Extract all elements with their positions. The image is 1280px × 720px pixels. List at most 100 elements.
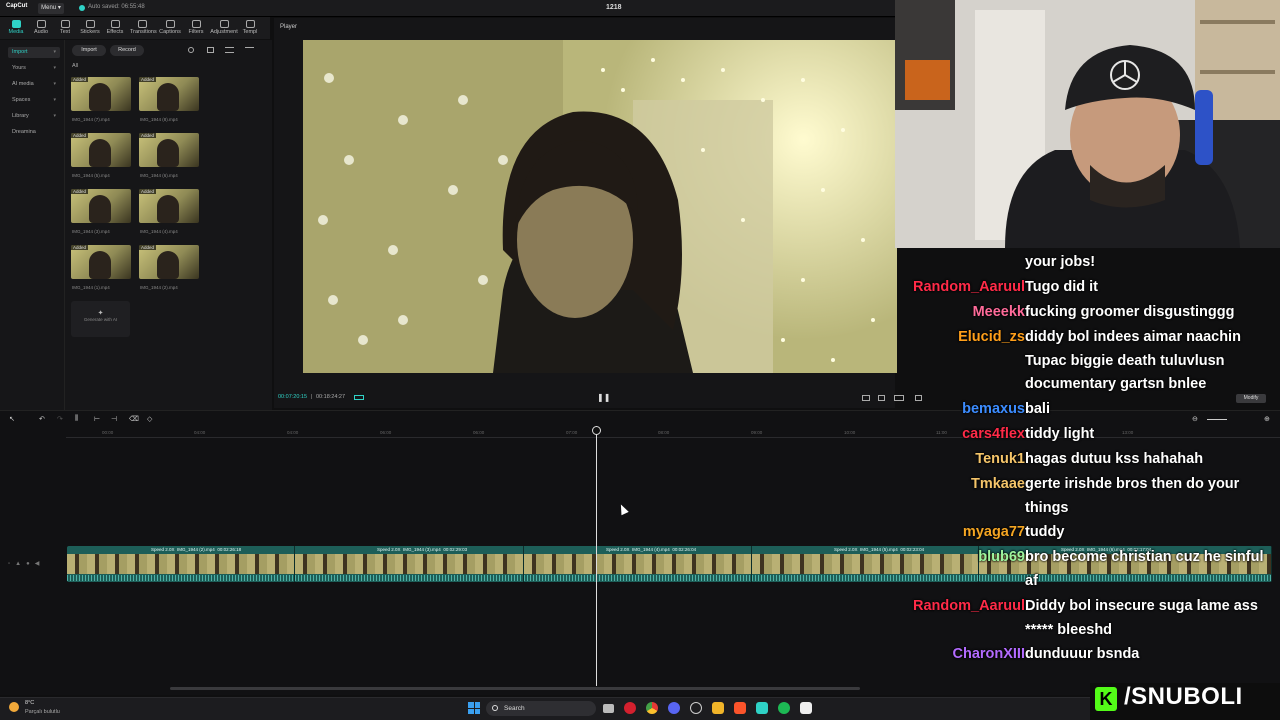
ratio-icon[interactable] [862,395,870,401]
timeline-clip[interactable]: Speed 2.0X IMG_1944 (4).mp4 00:02:26:04 [524,546,752,582]
taskbar-search[interactable]: Search [486,701,596,716]
weather-temperature[interactable]: 8°C [25,700,34,706]
spotify-icon[interactable] [778,702,790,714]
tab-stickers[interactable]: Stickers [78,17,102,39]
weather-icon[interactable] [9,702,19,712]
media-thumbnail[interactable]: Added [71,133,131,167]
tab-media[interactable]: Media [4,17,28,39]
resolution-icon[interactable] [354,395,364,400]
obs-icon[interactable] [800,702,812,714]
split-icon[interactable]: ⫼ [75,415,78,423]
added-badge: Added [71,133,89,138]
import-button[interactable]: Import [72,45,106,56]
split-left-icon[interactable]: ⊢ [94,415,100,423]
select-tool-icon[interactable]: ↖ [9,415,15,423]
settings-icon[interactable] [690,702,702,714]
media-thumbnail[interactable]: Added [139,245,199,279]
video-frame [303,40,897,373]
windows-start-icon[interactable] [468,702,480,714]
total-time: 00:18:24:27 [316,394,346,400]
media-sidebar: Import ▾ Yours ▾ AI media ▾ Spaces ▾ Library… [0,40,65,410]
video-preview[interactable] [303,40,897,373]
added-badge: Added [139,133,157,138]
chrome-icon[interactable] [646,702,658,714]
timeline-clip[interactable]: Speed 2.0X IMG_1944 (2).mp4 00:02:26:18 [67,546,295,582]
file-explorer-icon[interactable] [712,702,724,714]
media-filename: IMG_1944 (2).mp4 [140,285,178,290]
sidebar-item-dreamina[interactable]: Dreamina [8,127,60,138]
search-icon [492,705,498,711]
view-toggle-icon[interactable] [207,47,214,53]
chat-text: tuddy [1025,524,1065,540]
tab-text[interactable]: Text [53,17,77,39]
media-filename: IMG_1944 (3).mp4 [72,229,110,234]
crop-icon[interactable] [878,395,885,401]
added-badge: Added [139,245,157,250]
current-time: 00:07:20:15 [278,394,308,400]
chevron-down-icon: ▾ [53,97,56,103]
sidebar-item-library[interactable]: Library ▾ [8,111,60,122]
screen: CapCut Menu ▾ Auto saved: 06:55:48 1218 … [0,0,1280,720]
media-filename: IMG_1944 (8).mp4 [140,117,178,122]
undo-icon[interactable]: ↶ [39,415,45,423]
task-view-icon[interactable] [603,704,614,713]
delete-icon[interactable]: ⌫ [129,415,139,423]
sort-icon[interactable] [225,47,234,53]
tab-effects[interactable]: Effects [103,17,127,39]
media-thumbnail[interactable]: Added [139,189,199,223]
sidebar-item-import[interactable]: Import ▾ [8,47,60,58]
effects-icon [110,20,120,28]
added-badge: Added [71,77,89,82]
opera-icon[interactable] [624,702,636,714]
chat-username: Tmkaae [970,476,1025,492]
brave-icon[interactable] [734,702,746,714]
timeline-clip[interactable]: Speed 2.0X IMG_1944 (3).mp4 00:02:29:03 [295,546,524,582]
chat-username: blub69 [978,549,1025,565]
capcut-icon[interactable] [756,702,768,714]
sidebar-item-yours[interactable]: Yours ▾ [8,63,60,74]
media-filter-all[interactable]: All [72,63,78,69]
marker-icon[interactable]: ◇ [147,415,152,423]
chat-text: hagas dutuu kss hahahah [1025,451,1204,467]
tab-captions[interactable]: Captions [158,17,182,39]
added-badge: Added [71,245,89,250]
tab-filters[interactable]: Filters [184,17,208,39]
tab-templates[interactable]: Templ [240,17,260,39]
autosave-icon [79,5,85,11]
chevron-down-icon: ▾ [53,81,56,87]
pause-icon[interactable]: ❚❚ [597,393,610,402]
audio-icon [36,20,46,28]
sidebar-item-spaces[interactable]: Spaces ▾ [8,95,60,106]
media-thumbnail[interactable]: Added [71,245,131,279]
sidebar-item-ai-media[interactable]: AI media ▾ [8,79,60,90]
discord-icon[interactable] [668,702,680,714]
tab-transitions[interactable]: Transitions [130,17,157,39]
timeline-scrollbar[interactable] [170,687,860,690]
chat-username: Random_Aaruul [913,279,1025,295]
tab-adjustment[interactable]: Adjustment [210,17,238,39]
redo-icon[interactable]: ↷ [57,415,63,423]
chat-text: gerte irishde bros then do your things [1025,476,1240,516]
filter-icon[interactable] [245,47,254,53]
search-icon[interactable] [188,47,194,53]
chat-username: myaga77 [962,524,1025,540]
chat-text: Tugo did it [1025,279,1099,295]
track-controls[interactable]: ▫▲●◀ [8,560,44,567]
media-thumbnail[interactable]: Added [71,77,131,111]
media-thumbnail[interactable]: Added [71,189,131,223]
generate-with-ai-button[interactable]: ✦ Generate with AI [71,301,130,337]
playhead[interactable] [596,426,597,686]
tab-audio[interactable]: Audio [29,17,53,39]
kick-logo-icon: K [1095,687,1117,711]
text-icon [60,20,70,28]
menu-button[interactable]: Menu ▾ [38,3,64,14]
record-button[interactable]: Record [110,45,144,56]
media-filename: IMG_1944 (7).mp4 [72,117,110,122]
media-thumbnail[interactable]: Added [139,77,199,111]
weather-description[interactable]: Parçalı bulutlu [25,709,60,715]
media-thumbnail[interactable]: Added [139,133,199,167]
chat-username: bemaxus [962,401,1025,417]
split-right-icon[interactable]: ⊣ [111,415,117,423]
chat-username: cars4flex [962,426,1025,442]
playhead-handle[interactable] [592,426,601,435]
